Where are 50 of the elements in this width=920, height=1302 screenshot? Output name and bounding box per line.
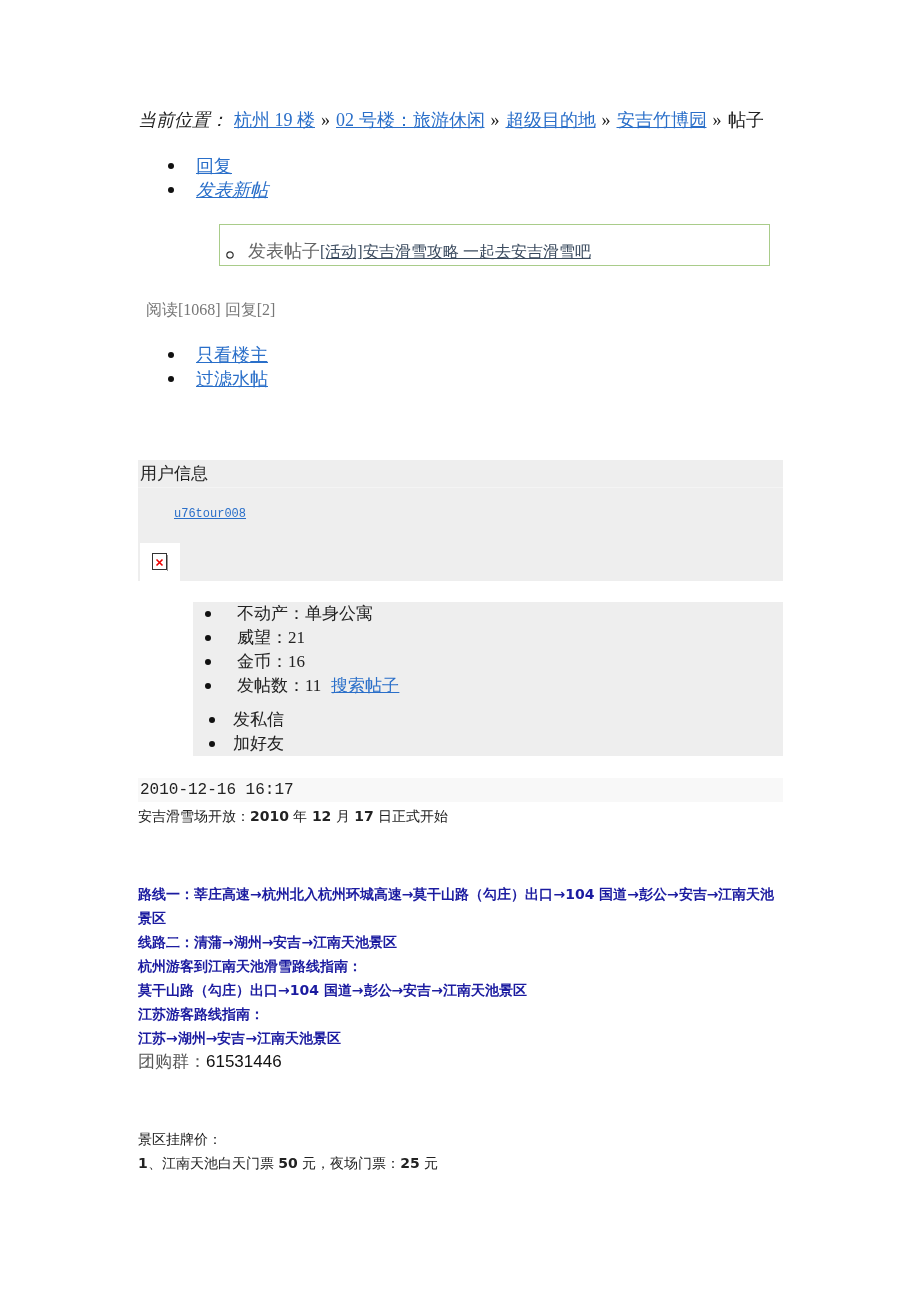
filter-link[interactable]: 过滤水帖 xyxy=(196,367,268,391)
breadcrumb-text: » xyxy=(321,110,330,131)
thread-stats: 阅读[1068] 回复[2] xyxy=(146,300,277,320)
profile-stat: 发帖数：11 xyxy=(237,675,322,697)
profile-stat: 金币：16 xyxy=(237,651,305,673)
thread-prefix: 发表帖子 xyxy=(248,240,320,263)
route-line: 莫干山路（勾庄）出口→104 国道→彭公→安吉→江南天池景区 xyxy=(138,981,529,1000)
route-line: 路线一：莘庄高速→杭州北入杭州环城高速→莫干山路（勾庄）出口→104 国道→彭公→安吉→江南天池景区 xyxy=(138,885,776,928)
breadcrumb-link[interactable]: 杭州 19 楼 xyxy=(234,108,315,132)
bullet-icon xyxy=(168,352,174,358)
profile-stat: 不动产：单身公寓 xyxy=(237,603,373,625)
route-line: 杭州游客到江南天池滑雪路线指南： xyxy=(138,957,363,976)
breadcrumb-text: » xyxy=(712,110,722,131)
breadcrumb-text: » xyxy=(601,110,611,131)
bullet-icon xyxy=(205,659,211,665)
filter-link[interactable]: 只看楼主 xyxy=(196,343,268,367)
bullet-icon xyxy=(209,717,215,723)
bullet-icon xyxy=(168,376,174,382)
breadcrumb-text: » xyxy=(490,110,500,131)
thread-title-link[interactable]: [活动]安吉滑雪攻略 一起去安吉滑雪吧 xyxy=(320,242,591,263)
route-line: 江苏→湖州→安吉→江南天池景区 xyxy=(138,1029,343,1048)
price-heading: 景区挂牌价： xyxy=(138,1130,223,1149)
post-headline: 安吉滑雪场开放：2010 年 12 月 17 日正式开始 xyxy=(138,807,450,826)
action-link[interactable]: 回复 xyxy=(196,154,232,178)
profile-stat: 威望：21 xyxy=(237,627,305,649)
bullet-icon xyxy=(205,611,211,617)
breadcrumb-label: 当前位置： xyxy=(138,109,228,132)
action-link[interactable]: 发表新帖 xyxy=(196,178,268,202)
group-buy-label: 团购群： xyxy=(138,1051,206,1073)
username-link[interactable]: u76tour008 xyxy=(174,507,246,521)
route-line: 江苏游客路线指南： xyxy=(138,1005,265,1024)
breadcrumb-link[interactable]: 02 号楼：旅游休闲 xyxy=(336,108,485,132)
bullet-icon xyxy=(209,741,215,747)
broken-image-icon xyxy=(152,553,168,571)
profile-action[interactable]: 加好友 xyxy=(233,732,284,756)
search-posts-link[interactable]: 搜索帖子 xyxy=(331,674,400,698)
breadcrumb-link[interactable]: 超级目的地 xyxy=(505,108,596,132)
post-time: 2010-12-16 16:17 xyxy=(138,778,783,802)
price-line: 1、江南天池白天门票 50 元，夜场门票：25 元 xyxy=(138,1154,440,1173)
breadcrumb-link[interactable]: 安吉竹博园 xyxy=(616,108,707,132)
bullet-icon xyxy=(226,251,234,259)
group-buy-number: 61531446 xyxy=(206,1052,282,1072)
route-line: 线路二：清蒲→湖州→安吉→江南天池景区 xyxy=(138,933,399,952)
panel-heading: 用户信息 xyxy=(140,464,208,483)
bullet-icon xyxy=(168,187,174,193)
profile-action[interactable]: 发私信 xyxy=(233,708,284,732)
bullet-icon xyxy=(168,163,174,169)
bullet-icon xyxy=(205,683,211,689)
breadcrumb-text: 帖子 xyxy=(727,109,764,132)
bullet-icon xyxy=(205,635,211,641)
